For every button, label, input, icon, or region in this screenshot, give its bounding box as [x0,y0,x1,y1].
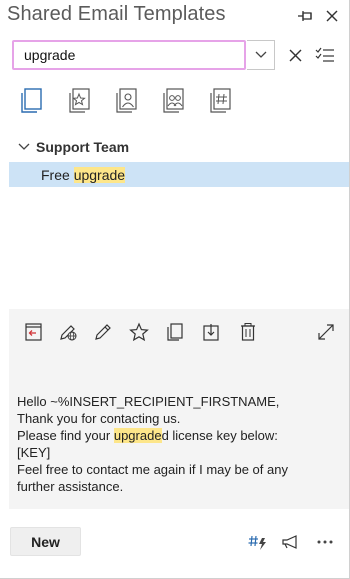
tab-my-templates[interactable] [111,84,141,118]
expand-icon [317,323,335,341]
edit-globe-icon [58,322,78,342]
chevron-down-icon [255,51,267,59]
pane-footer: New [0,516,349,578]
copy-template-button[interactable] [163,320,187,344]
move-template-button[interactable] [199,320,223,344]
template-icon [19,88,43,114]
template-item-free-upgrade[interactable]: Free upgrade [9,162,349,187]
body-line: Feel free to contact me again if I may b… [17,462,288,477]
star-icon [129,322,149,342]
tab-macros[interactable] [205,84,235,118]
macro-icon [247,533,269,551]
checklist-icon [315,47,335,63]
tree-group-label: Support Team [36,139,130,155]
announcements-button[interactable] [280,532,302,552]
templates-pane: Shared Email Templates upgrade Support T… [0,0,350,579]
pane-header: Shared Email Templates [0,0,349,34]
more-icon [316,539,334,545]
search-match-highlight: upgrade [113,428,162,443]
tree-group-support-team[interactable]: Support Team [0,134,349,160]
new-template-button[interactable]: New [10,527,81,556]
clear-search-button[interactable] [284,44,306,66]
body-line: Hello ~%INSERT_RECIPIENT_FIRSTNAME, [17,394,280,409]
pin-button[interactable] [296,6,316,26]
pane-title: Shared Email Templates [7,3,226,25]
move-icon [201,322,221,342]
pin-icon [297,9,315,23]
template-item-label: Free upgrade [41,166,126,183]
expand-preview-button[interactable] [314,320,338,344]
search-input[interactable] [14,42,244,68]
more-options-button[interactable] [314,532,336,552]
user-page-icon [114,88,138,114]
favorite-button[interactable] [127,320,151,344]
template-preview: Hello ~%INSERT_RECIPIENT_FIRSTNAME, Than… [9,309,349,509]
template-body: Hello ~%INSERT_RECIPIENT_FIRSTNAME, Than… [17,393,337,495]
body-line: further assistance. [17,479,124,494]
search-dropdown-button[interactable] [247,40,275,70]
tab-favorites[interactable] [64,84,94,118]
search-box [12,40,246,70]
insert-icon [23,322,43,342]
chevron-down-icon [18,143,30,151]
search-options-button[interactable] [313,44,337,66]
body-line: Please find your upgraded license key be… [17,428,278,443]
users-page-icon [161,88,185,114]
close-icon [289,49,302,62]
tab-all-templates[interactable] [16,84,46,118]
delete-template-button[interactable] [236,320,260,344]
close-pane-button[interactable] [322,6,342,26]
edit-template-button[interactable] [91,320,115,344]
macros-button[interactable] [247,532,269,552]
edit-online-button[interactable] [56,320,80,344]
hash-page-icon [208,88,232,114]
search-match-highlight: upgrade [73,166,126,183]
delete-icon [238,322,258,342]
body-line: [KEY] [17,445,51,460]
body-line: Thank you for contacting us. [17,411,181,426]
copy-icon [165,322,185,342]
close-icon [326,10,338,22]
edit-icon [93,322,113,342]
star-page-icon [67,88,91,114]
announce-icon [280,533,302,551]
insert-template-button[interactable] [21,320,45,344]
tab-shared[interactable] [158,84,188,118]
